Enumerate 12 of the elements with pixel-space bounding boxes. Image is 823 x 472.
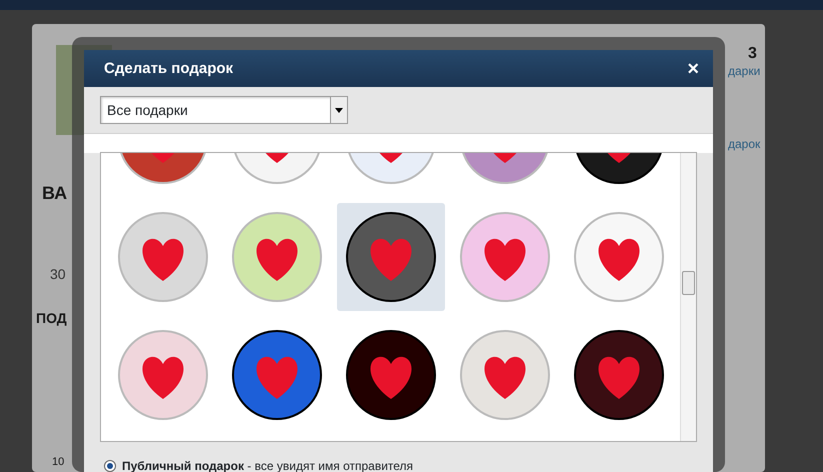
scrollbar[interactable] bbox=[680, 153, 696, 441]
gift-item[interactable] bbox=[337, 203, 445, 311]
field-value: 30 bbox=[50, 265, 66, 284]
section-heading: ВА bbox=[42, 182, 68, 205]
category-dropdown[interactable]: Все подарки bbox=[100, 96, 348, 124]
number-text: 10 bbox=[52, 455, 64, 470]
radio-button[interactable] bbox=[104, 460, 116, 472]
modal-title: Сделать подарок bbox=[104, 60, 234, 78]
caret-down-icon bbox=[335, 108, 343, 112]
section-heading: ПОД bbox=[36, 309, 67, 328]
close-button[interactable]: × bbox=[687, 58, 699, 78]
count-text: 3 bbox=[748, 44, 757, 64]
